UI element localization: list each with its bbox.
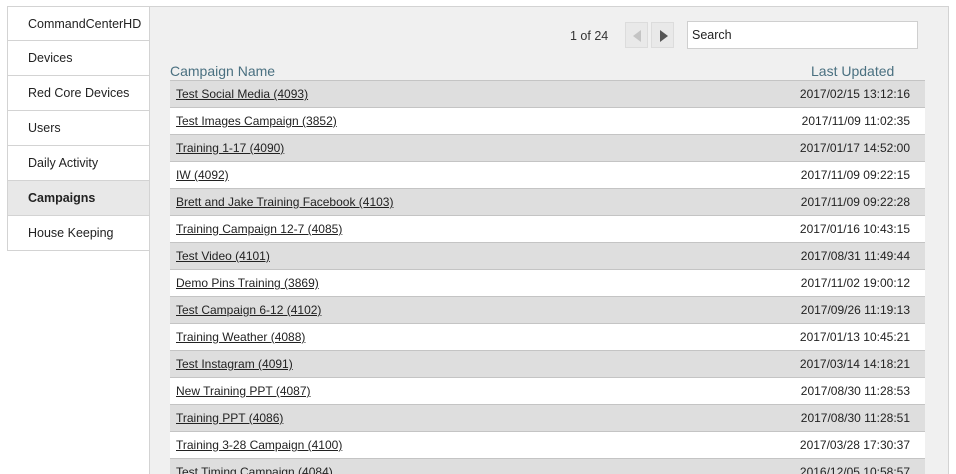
campaign-name-link[interactable]: Training PPT (4086)	[176, 411, 283, 425]
last-updated-value: 2017/01/13 10:45:21	[799, 330, 910, 344]
table-row[interactable]: IW (4092) 2017/11/09 09:22:15	[170, 162, 925, 189]
last-updated-value: 2017/08/30 11:28:53	[800, 384, 910, 398]
campaign-name-link[interactable]: Training Campaign 12-7 (4085)	[176, 222, 342, 236]
search-input[interactable]	[687, 21, 918, 49]
campaign-name-link[interactable]: New Training PPT (4087)	[176, 384, 311, 398]
column-header-campaign-name[interactable]: Campaign Name	[170, 63, 275, 79]
campaign-name-link[interactable]: Test Video (4101)	[176, 249, 270, 263]
page-indicator: 1 of 24	[570, 29, 609, 43]
campaign-name-link[interactable]: Test Campaign 6-12 (4102)	[176, 303, 321, 317]
last-updated-value: 2017/11/09 11:02:35	[801, 114, 910, 128]
last-updated-value: 2017/08/30 11:28:51	[800, 411, 910, 425]
last-updated-value: 2016/12/05 10:58:57	[799, 465, 910, 474]
campaign-name-link[interactable]: Demo Pins Training (3869)	[176, 276, 319, 290]
sidebar-item-red-core-devices[interactable]: Red Core Devices	[7, 76, 150, 111]
sidebar-nav: CommandCenterHD Devices Red Core Devices…	[7, 6, 150, 251]
campaign-name-link[interactable]: Training Weather (4088)	[176, 330, 305, 344]
table-row[interactable]: Test Timing Campaign (4084) 2016/12/05 10…	[170, 459, 925, 474]
last-updated-value: 2017/09/26 11:19:13	[800, 303, 910, 317]
last-updated-value: 2017/11/09 09:22:28	[800, 195, 910, 209]
campaign-name-link[interactable]: Training 1-17 (4090)	[176, 141, 284, 155]
campaigns-panel: 1 of 24 Campaign Name Last Updated Test …	[149, 6, 949, 474]
campaign-name-link[interactable]: IW (4092)	[176, 168, 229, 182]
last-updated-value: 2017/01/17 14:52:00	[799, 141, 910, 155]
sidebar-item-commandcenterhd[interactable]: CommandCenterHD	[7, 6, 150, 41]
table-row[interactable]: Training Campaign 12-7 (4085) 2017/01/16 …	[170, 216, 925, 243]
last-updated-value: 2017/03/14 14:18:21	[799, 357, 910, 371]
campaign-table: Test Social Media (4093) 2017/02/15 13:12…	[170, 80, 925, 474]
table-row[interactable]: Test Instagram (4091) 2017/03/14 14:18:21	[170, 351, 925, 378]
last-updated-value: 2017/02/15 13:12:16	[799, 87, 910, 101]
table-row[interactable]: Brett and Jake Training Facebook (4103) 2…	[170, 189, 925, 216]
table-row[interactable]: Training 1-17 (4090) 2017/01/17 14:52:00	[170, 135, 925, 162]
sidebar-item-house-keeping[interactable]: House Keeping	[7, 216, 150, 251]
campaign-name-link[interactable]: Test Social Media (4093)	[176, 87, 308, 101]
last-updated-value: 2017/11/09 09:22:15	[800, 168, 910, 182]
campaign-name-link[interactable]: Test Images Campaign (3852)	[176, 114, 337, 128]
table-row[interactable]: Training Weather (4088) 2017/01/13 10:45:…	[170, 324, 925, 351]
campaign-name-link[interactable]: Test Timing Campaign (4084)	[176, 465, 333, 474]
table-row[interactable]: Demo Pins Training (3869) 2017/11/02 19:0…	[170, 270, 925, 297]
sidebar-item-campaigns[interactable]: Campaigns	[7, 181, 150, 216]
sidebar-item-users[interactable]: Users	[7, 111, 150, 146]
table-row[interactable]: Test Video (4101) 2017/08/31 11:49:44	[170, 243, 925, 270]
last-updated-value: 2017/01/16 10:43:15	[799, 222, 910, 236]
last-updated-value: 2017/11/02 19:00:12	[800, 276, 910, 290]
sidebar-item-devices[interactable]: Devices	[7, 41, 150, 76]
table-row[interactable]: Training 3-28 Campaign (4100) 2017/03/28 …	[170, 432, 925, 459]
last-updated-value: 2017/03/28 17:30:37	[799, 438, 910, 452]
table-row[interactable]: Test Campaign 6-12 (4102) 2017/09/26 11:1…	[170, 297, 925, 324]
chevron-right-icon	[660, 30, 668, 42]
campaign-name-link[interactable]: Training 3-28 Campaign (4100)	[176, 438, 342, 452]
column-header-last-updated[interactable]: Last Updated	[811, 63, 894, 79]
next-page-button[interactable]	[651, 22, 674, 48]
chevron-left-icon	[633, 30, 641, 42]
table-row[interactable]: Test Images Campaign (3852) 2017/11/09 11…	[170, 108, 925, 135]
sidebar-item-daily-activity[interactable]: Daily Activity	[7, 146, 150, 181]
campaign-name-link[interactable]: Test Instagram (4091)	[176, 357, 293, 371]
table-row[interactable]: Test Social Media (4093) 2017/02/15 13:12…	[170, 81, 925, 108]
last-updated-value: 2017/08/31 11:49:44	[800, 249, 910, 263]
previous-page-button[interactable]	[625, 22, 648, 48]
campaign-name-link[interactable]: Brett and Jake Training Facebook (4103)	[176, 195, 393, 209]
table-row[interactable]: Training PPT (4086) 2017/08/30 11:28:51	[170, 405, 925, 432]
table-row[interactable]: New Training PPT (4087) 2017/08/30 11:28:…	[170, 378, 925, 405]
